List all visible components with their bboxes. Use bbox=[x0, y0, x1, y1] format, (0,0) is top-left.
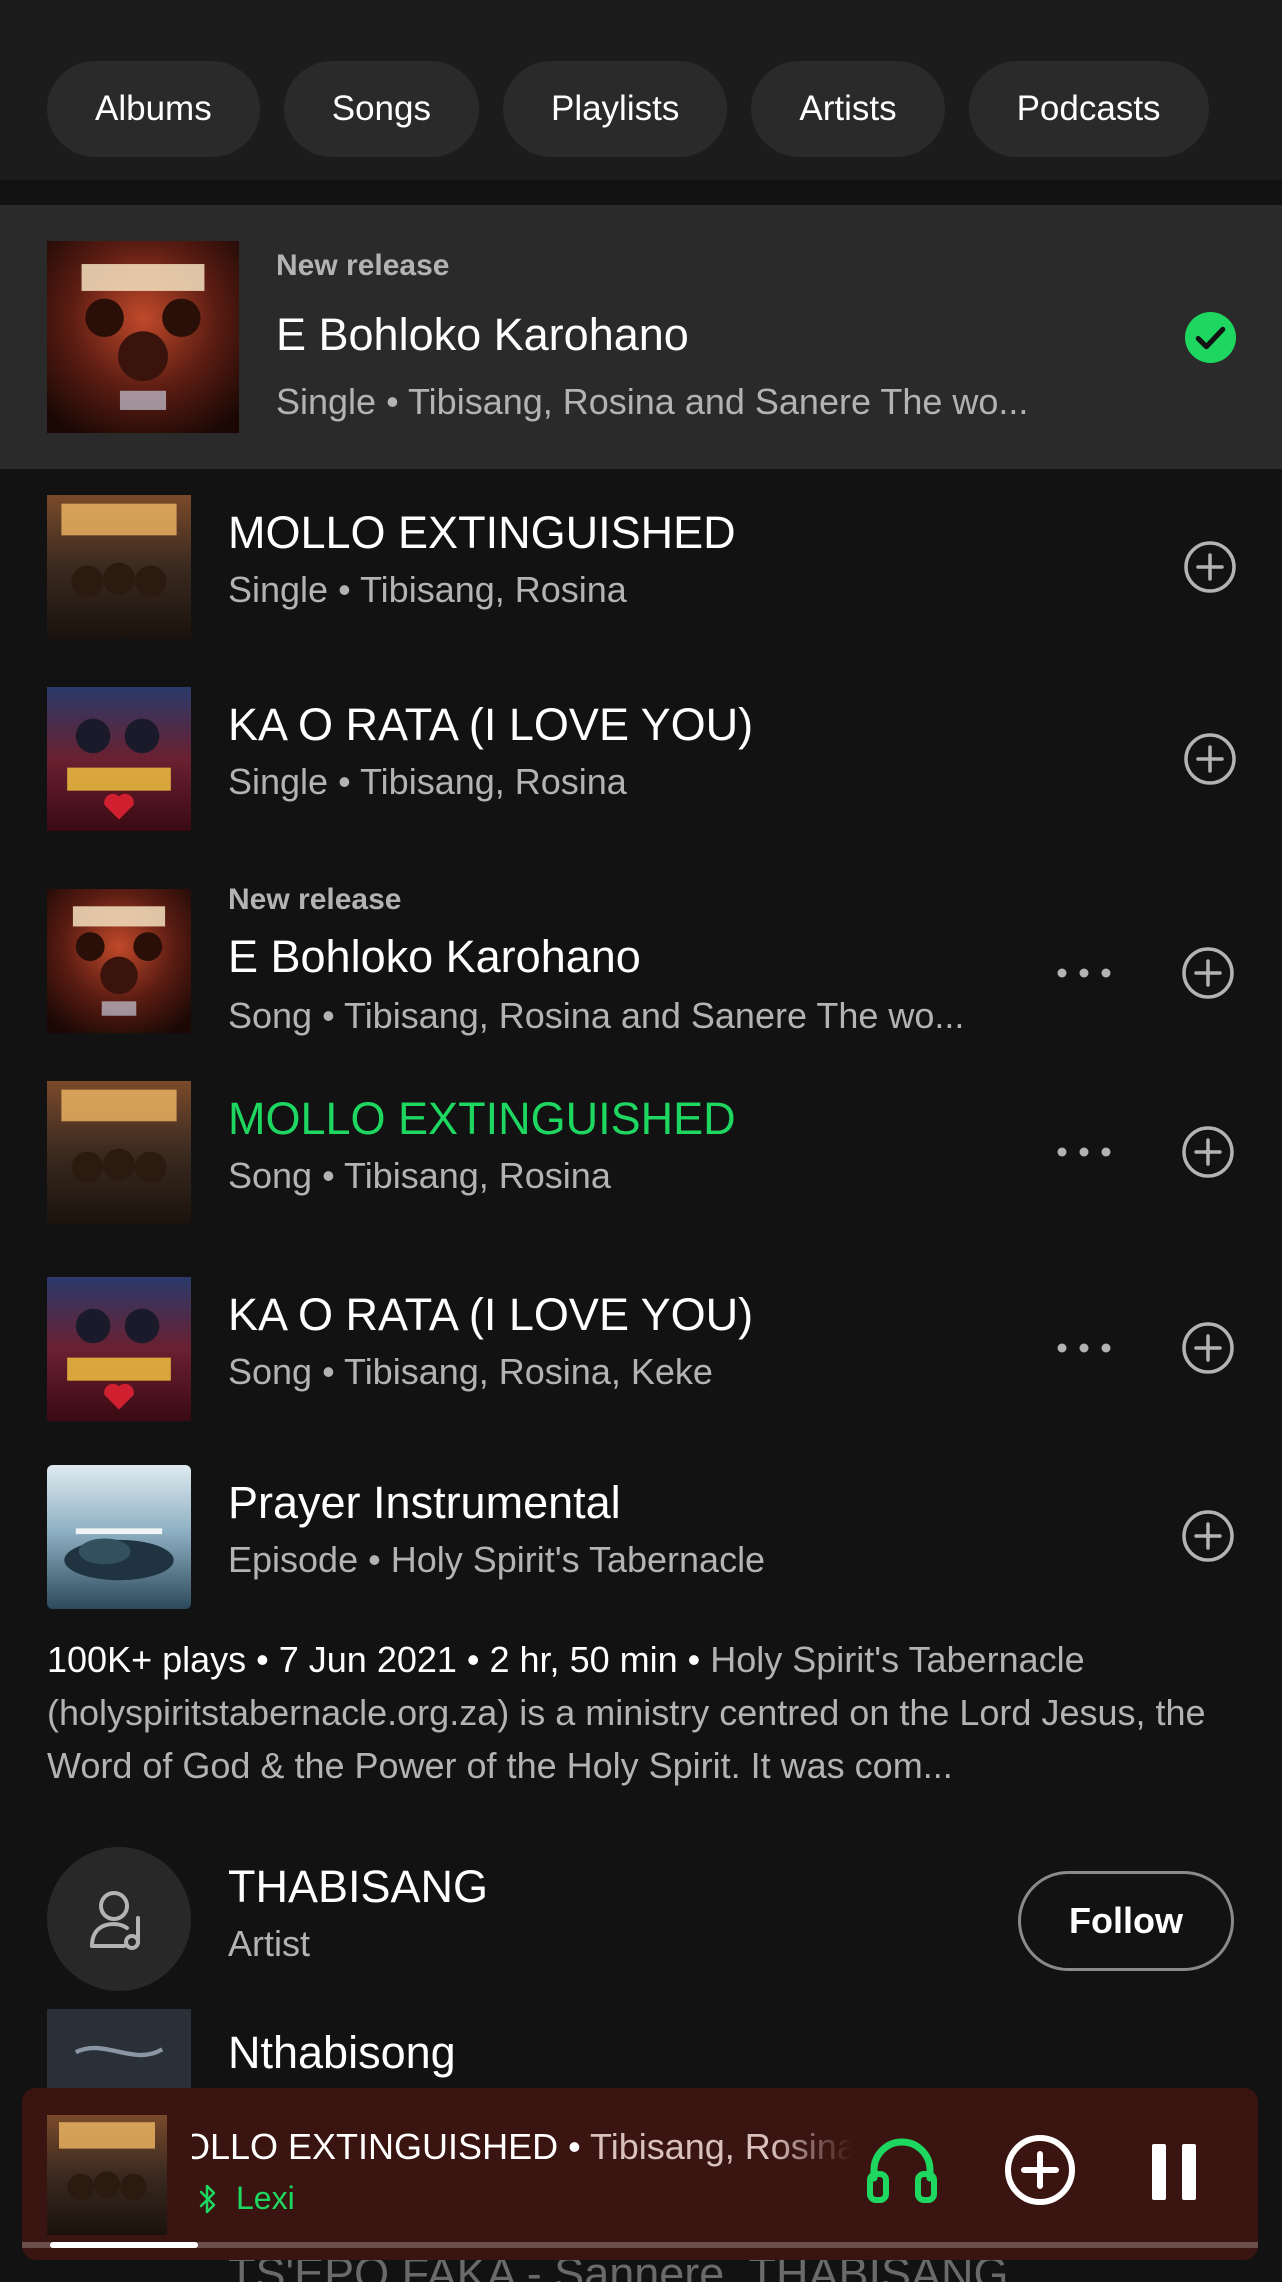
album-cover-mollo bbox=[47, 1081, 191, 1225]
list-item[interactable]: MOLLO EXTINGUISHED Song • Tibisang, Rosi… bbox=[0, 1065, 1282, 1261]
album-cover-ka-o-rata bbox=[47, 1277, 191, 1421]
connected-device[interactable]: Lexi bbox=[198, 2180, 295, 2217]
episode-description: 100K+ plays • 7 Jun 2021 • 2 hr, 50 min … bbox=[0, 1621, 1282, 1831]
chip-albums[interactable]: Albums bbox=[47, 61, 260, 157]
artist-type: Artist bbox=[228, 1923, 311, 1964]
result-subtitle: Single • Tibisang, Rosina bbox=[228, 761, 627, 802]
list-item[interactable]: Prayer Instrumental Episode • Holy Spiri… bbox=[0, 1453, 1282, 1621]
more-icon[interactable] bbox=[1054, 963, 1114, 983]
result-subtitle: Song • Tibisang, Rosina, Keke bbox=[228, 1351, 713, 1392]
add-circle-icon[interactable] bbox=[1181, 1509, 1235, 1563]
add-circle-icon[interactable] bbox=[1181, 1321, 1235, 1375]
headphones-icon[interactable] bbox=[864, 2132, 940, 2208]
album-cover-mollo bbox=[47, 495, 191, 639]
result-subtitle: Single • Tibisang, Rosina bbox=[228, 569, 627, 610]
now-playing-separator: • bbox=[558, 2126, 591, 2167]
filter-bar: Albums Songs Playlists Artists Podcasts bbox=[0, 0, 1282, 180]
add-circle-icon[interactable] bbox=[1181, 946, 1235, 1000]
now-playing-bar[interactable]: MOLLO EXTINGUISHED • Tibisang, Rosina Le… bbox=[22, 2088, 1258, 2260]
top-result-title: E Bohloko Karohano bbox=[276, 309, 689, 360]
list-item[interactable]: KA O RATA (I LOVE YOU) Single • Tibisang… bbox=[0, 661, 1282, 853]
new-release-badge: New release bbox=[228, 883, 402, 916]
result-title: KA O RATA (I LOVE YOU) bbox=[228, 699, 754, 750]
album-cover-e-bohloko bbox=[47, 241, 239, 433]
add-circle-icon[interactable] bbox=[1183, 732, 1237, 786]
episode-cover-prayer bbox=[47, 1465, 191, 1609]
result-subtitle: Episode • Holy Spirit's Tabernacle bbox=[228, 1539, 766, 1580]
search-results: New release E Bohloko Karohano Single • … bbox=[0, 205, 1282, 2153]
now-playing-title: MOLLO EXTINGUISHED bbox=[192, 2126, 559, 2167]
bluetooth-icon bbox=[199, 2184, 216, 2213]
episode-meta: 100K+ plays • 7 Jun 2021 • 2 hr, 50 min … bbox=[47, 1639, 701, 1680]
album-cover-e-bohloko bbox=[47, 889, 191, 1033]
result-title-playing: MOLLO EXTINGUISHED bbox=[228, 1093, 736, 1144]
progress-fill bbox=[50, 2242, 198, 2248]
avatar bbox=[47, 1847, 191, 1991]
top-result-subtitle: Single • Tibisang, Rosina and Sanere The… bbox=[276, 381, 1029, 422]
result-title: KA O RATA (I LOVE YOU) bbox=[228, 1289, 754, 1340]
more-icon[interactable] bbox=[1054, 1142, 1114, 1162]
more-icon[interactable] bbox=[1054, 1338, 1114, 1358]
result-title: MOLLO EXTINGUISHED bbox=[228, 507, 736, 558]
chip-songs[interactable]: Songs bbox=[283, 61, 479, 157]
now-playing-cover bbox=[47, 2115, 167, 2235]
list-item[interactable]: New release E Bohloko Karohano Song • Ti… bbox=[0, 853, 1282, 1065]
top-result[interactable]: New release E Bohloko Karohano Single • … bbox=[0, 205, 1282, 469]
result-title: E Bohloko Karohano bbox=[228, 931, 641, 982]
add-circle-icon[interactable] bbox=[1181, 1125, 1235, 1179]
check-circle-icon[interactable] bbox=[1185, 312, 1236, 363]
add-to-library-icon[interactable] bbox=[1002, 2132, 1078, 2208]
album-cover-ka-o-rata bbox=[47, 687, 191, 831]
add-circle-icon[interactable] bbox=[1183, 540, 1237, 594]
result-subtitle: Song • Tibisang, Rosina bbox=[228, 1155, 611, 1196]
follow-button[interactable]: Follow bbox=[1018, 1871, 1234, 1971]
device-name: Lexi bbox=[236, 2180, 295, 2216]
pause-icon[interactable] bbox=[1144, 2140, 1204, 2204]
chip-playlists[interactable]: Playlists bbox=[502, 61, 728, 157]
chip-podcasts[interactable]: Podcasts bbox=[968, 61, 1209, 157]
new-release-badge: New release bbox=[276, 249, 450, 282]
now-playing-marquee: MOLLO EXTINGUISHED • Tibisang, Rosina bbox=[192, 2118, 852, 2178]
result-subtitle: Song • Tibisang, Rosina and Sanere The w… bbox=[228, 995, 965, 1036]
artist-name: THABISANG bbox=[228, 1861, 489, 1912]
result-title: Prayer Instrumental bbox=[228, 1477, 621, 1528]
result-title: Nthabisong bbox=[228, 2027, 456, 2078]
progress-track[interactable] bbox=[22, 2242, 1258, 2248]
list-item[interactable]: MOLLO EXTINGUISHED Single • Tibisang, Ro… bbox=[0, 469, 1282, 661]
filter-chip-row: Albums Songs Playlists Artists Podcasts bbox=[47, 61, 1209, 157]
artist-row[interactable]: THABISANG Artist Follow bbox=[0, 1831, 1282, 2001]
artist-icon bbox=[90, 1891, 140, 1950]
list-item[interactable]: KA O RATA (I LOVE YOU) Song • Tibisang, … bbox=[0, 1261, 1282, 1453]
chip-artists[interactable]: Artists bbox=[751, 61, 945, 157]
